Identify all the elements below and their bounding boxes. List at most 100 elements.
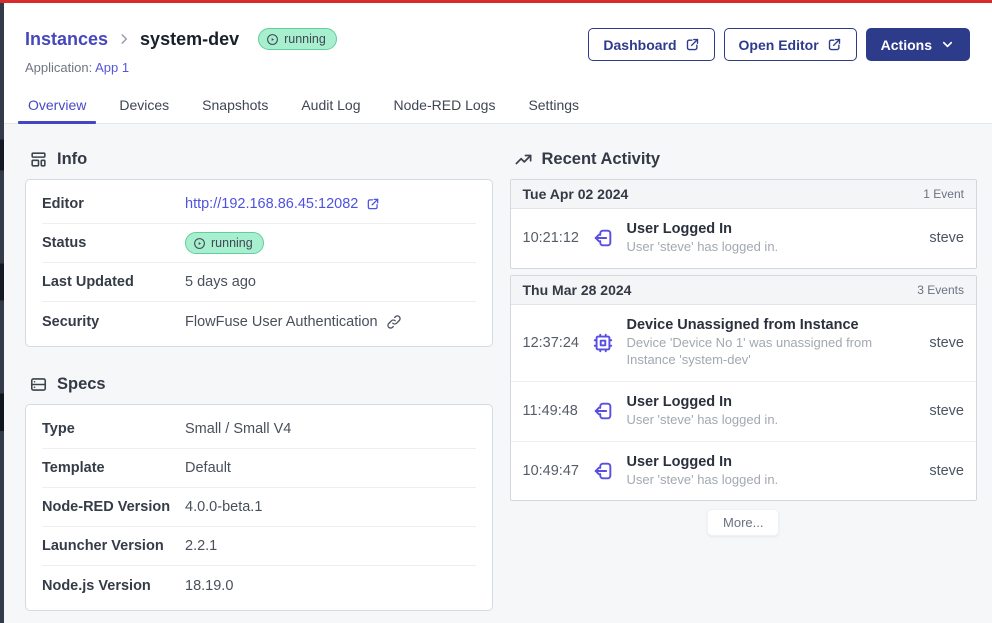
actions-button-label: Actions (881, 37, 932, 53)
application-link[interactable]: App 1 (95, 60, 129, 75)
external-link-icon (685, 37, 700, 52)
recent-activity-heading: Recent Activity (514, 148, 978, 170)
info-row-editor: Editor http://192.168.86.45:12082 (42, 185, 476, 224)
load-more-button[interactable]: More... (707, 509, 779, 536)
event-title: User Logged In (627, 394, 911, 410)
right-column: Recent Activity Tue Apr 02 2024 1 Event … (510, 148, 978, 623)
status-badge-label: running (284, 32, 326, 46)
info-label: Status (42, 235, 185, 251)
instance-status-badge: running (258, 28, 337, 50)
play-circle-icon (193, 237, 206, 250)
specs-row-nodejs-version: Node.js Version 18.19.0 (42, 566, 476, 605)
tab-devices[interactable]: Devices (109, 91, 179, 123)
instance-name: system-dev (140, 29, 239, 50)
activity-date: Tue Apr 02 2024 (523, 186, 629, 202)
event-time: 10:49:47 (523, 463, 583, 479)
application-line: Application: App 1 (25, 60, 970, 78)
security-value: FlowFuse User Authentication (185, 314, 378, 330)
user-login-icon (592, 400, 618, 422)
breadcrumb-instances-link[interactable]: Instances (25, 29, 108, 50)
activity-event-row[interactable]: 12:37:24 Device Unassigned from Instance… (511, 305, 977, 382)
tab-audit-log[interactable]: Audit Log (291, 91, 370, 123)
specs-label: Node.js Version (42, 578, 185, 594)
tab-snapshots[interactable]: Snapshots (192, 91, 278, 123)
status-running-badge: running (185, 232, 264, 254)
specs-row-node-red-version: Node-RED Version 4.0.0-beta.1 (42, 488, 476, 527)
info-card: Editor http://192.168.86.45:12082 Status… (25, 179, 493, 347)
user-login-icon (592, 460, 618, 482)
tab-settings[interactable]: Settings (518, 91, 589, 123)
activity-group: Tue Apr 02 2024 1 Event 10:21:12 User Lo… (510, 179, 978, 269)
info-section-title: Info (57, 150, 87, 169)
activity-event-row[interactable]: 11:49:48 User Logged In User 'steve' has… (511, 382, 977, 442)
open-editor-button-label: Open Editor (739, 37, 819, 53)
editor-url-text: http://192.168.86.45:12082 (185, 196, 358, 212)
page-header: Instances system-dev running Application… (4, 3, 992, 124)
info-row-status: Status running (42, 224, 476, 263)
event-description: Device 'Device No 1' was unassigned from… (627, 335, 911, 369)
last-updated-value: 5 days ago (185, 274, 256, 290)
activity-date-header: Thu Mar 28 2024 3 Events (511, 276, 977, 305)
info-label: Last Updated (42, 274, 185, 290)
overview-content: Info Editor http://192.168.86.45:12082 S… (4, 124, 992, 623)
event-title: Device Unassigned from Instance (627, 317, 911, 333)
specs-value: 2.2.1 (185, 538, 217, 554)
event-time: 11:49:48 (523, 403, 583, 419)
header-actions: Dashboard Open Editor Actions (588, 28, 970, 61)
specs-label: Launcher Version (42, 538, 185, 554)
activity-date-header: Tue Apr 02 2024 1 Event (511, 180, 977, 209)
link-icon[interactable] (386, 314, 402, 330)
template-icon (29, 150, 48, 169)
event-description: User 'steve' has logged in. (627, 239, 911, 256)
event-description: User 'steve' has logged in. (627, 412, 911, 429)
event-user: steve (925, 463, 964, 479)
activity-event-row[interactable]: 10:21:12 User Logged In User 'steve' has… (511, 209, 977, 268)
collapsed-sidebar-sliver (0, 3, 4, 623)
tab-node-red-logs[interactable]: Node-RED Logs (384, 91, 506, 123)
editor-url-link[interactable]: http://192.168.86.45:12082 (185, 196, 380, 212)
tab-overview[interactable]: Overview (18, 91, 96, 123)
activity-event-row[interactable]: 10:49:47 User Logged In User 'steve' has… (511, 442, 977, 501)
activity-event-count: 3 Events (917, 283, 964, 297)
user-login-icon (592, 227, 618, 249)
specs-card: Type Small / Small V4 Template Default N… (25, 404, 493, 611)
specs-row-template: Template Default (42, 449, 476, 488)
specs-value: 4.0.0-beta.1 (185, 499, 262, 515)
chevron-right-icon (117, 32, 131, 46)
instance-tabs: Overview Devices Snapshots Audit Log Nod… (18, 91, 970, 123)
chevron-down-icon (940, 37, 955, 52)
server-icon (29, 375, 48, 394)
play-circle-icon (266, 33, 279, 46)
dashboard-button[interactable]: Dashboard (588, 28, 714, 61)
recent-activity-title: Recent Activity (542, 150, 661, 169)
specs-label: Node-RED Version (42, 499, 185, 515)
activity-event-count: 1 Event (923, 187, 964, 201)
external-link-icon (366, 197, 380, 211)
info-label: Editor (42, 196, 185, 212)
external-link-icon (827, 37, 842, 52)
specs-row-launcher-version: Launcher Version 2.2.1 (42, 527, 476, 566)
specs-value: Small / Small V4 (185, 421, 291, 437)
specs-row-type: Type Small / Small V4 (42, 410, 476, 449)
event-user: steve (925, 230, 964, 246)
event-time: 12:37:24 (523, 335, 583, 351)
info-section-heading: Info (29, 148, 493, 170)
instance-page: Instances system-dev running Application… (4, 3, 992, 623)
event-description: User 'steve' has logged in. (627, 472, 911, 489)
event-title: User Logged In (627, 454, 911, 470)
event-user: steve (925, 335, 964, 351)
activity-group: Thu Mar 28 2024 3 Events 12:37:24 Device… (510, 275, 978, 502)
specs-value: Default (185, 460, 231, 476)
cpu-chip-icon (592, 332, 618, 354)
activity-date: Thu Mar 28 2024 (523, 282, 632, 298)
info-label: Security (42, 314, 185, 330)
actions-dropdown-button[interactable]: Actions (866, 28, 970, 61)
trending-up-icon (514, 150, 533, 169)
open-editor-button[interactable]: Open Editor (724, 28, 857, 61)
specs-value: 18.19.0 (185, 578, 233, 594)
application-label: Application: (25, 60, 92, 75)
specs-label: Template (42, 460, 185, 476)
event-title: User Logged In (627, 221, 911, 237)
window-top-accent-bar (0, 0, 992, 3)
status-badge-label: running (211, 236, 253, 250)
